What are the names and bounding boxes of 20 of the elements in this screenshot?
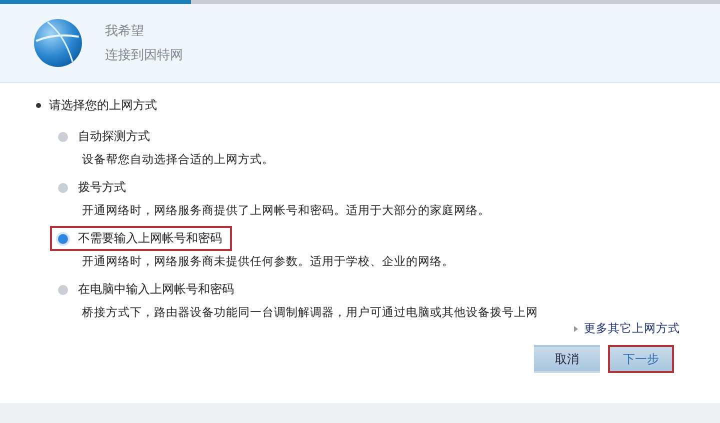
- header-title: 我希望: [105, 23, 145, 40]
- caret-icon: [574, 326, 578, 332]
- radio-option[interactable]: 自动探测方式: [50, 124, 160, 149]
- prompt-text: 请选择您的上网方式: [49, 97, 157, 114]
- radio-option[interactable]: 不需要输入上网帐号和密码: [50, 226, 232, 251]
- radio-option[interactable]: 在电脑中输入上网帐号和密码: [50, 277, 244, 302]
- radio-option[interactable]: 拨号方式: [50, 175, 136, 200]
- radio-button[interactable]: [58, 182, 68, 192]
- option-description: 开通网络时，网络服务商未提供任何参数。适用于学校、企业的网络。: [82, 254, 455, 269]
- globe-icon: [33, 18, 83, 68]
- bullet-icon: [36, 103, 41, 108]
- radio-button[interactable]: [58, 234, 68, 244]
- more-options-link[interactable]: 更多其它上网方式: [584, 321, 680, 336]
- header-subtitle: 连接到因特网: [105, 47, 183, 64]
- option-description: 设备帮您自动选择合适的上网方式。: [82, 152, 275, 167]
- radio-button[interactable]: [58, 284, 68, 294]
- dialog-button[interactable]: 取消: [534, 345, 600, 373]
- option-description: 桥接方式下，路由器设备功能同一台调制解调器，用户可通过电脑或其他设备拨号上网: [82, 305, 539, 320]
- radio-button[interactable]: [58, 132, 68, 142]
- option-description: 开通网络时，网络服务商提供了上网帐号和密码。适用于大部分的家庭网络。: [82, 203, 491, 218]
